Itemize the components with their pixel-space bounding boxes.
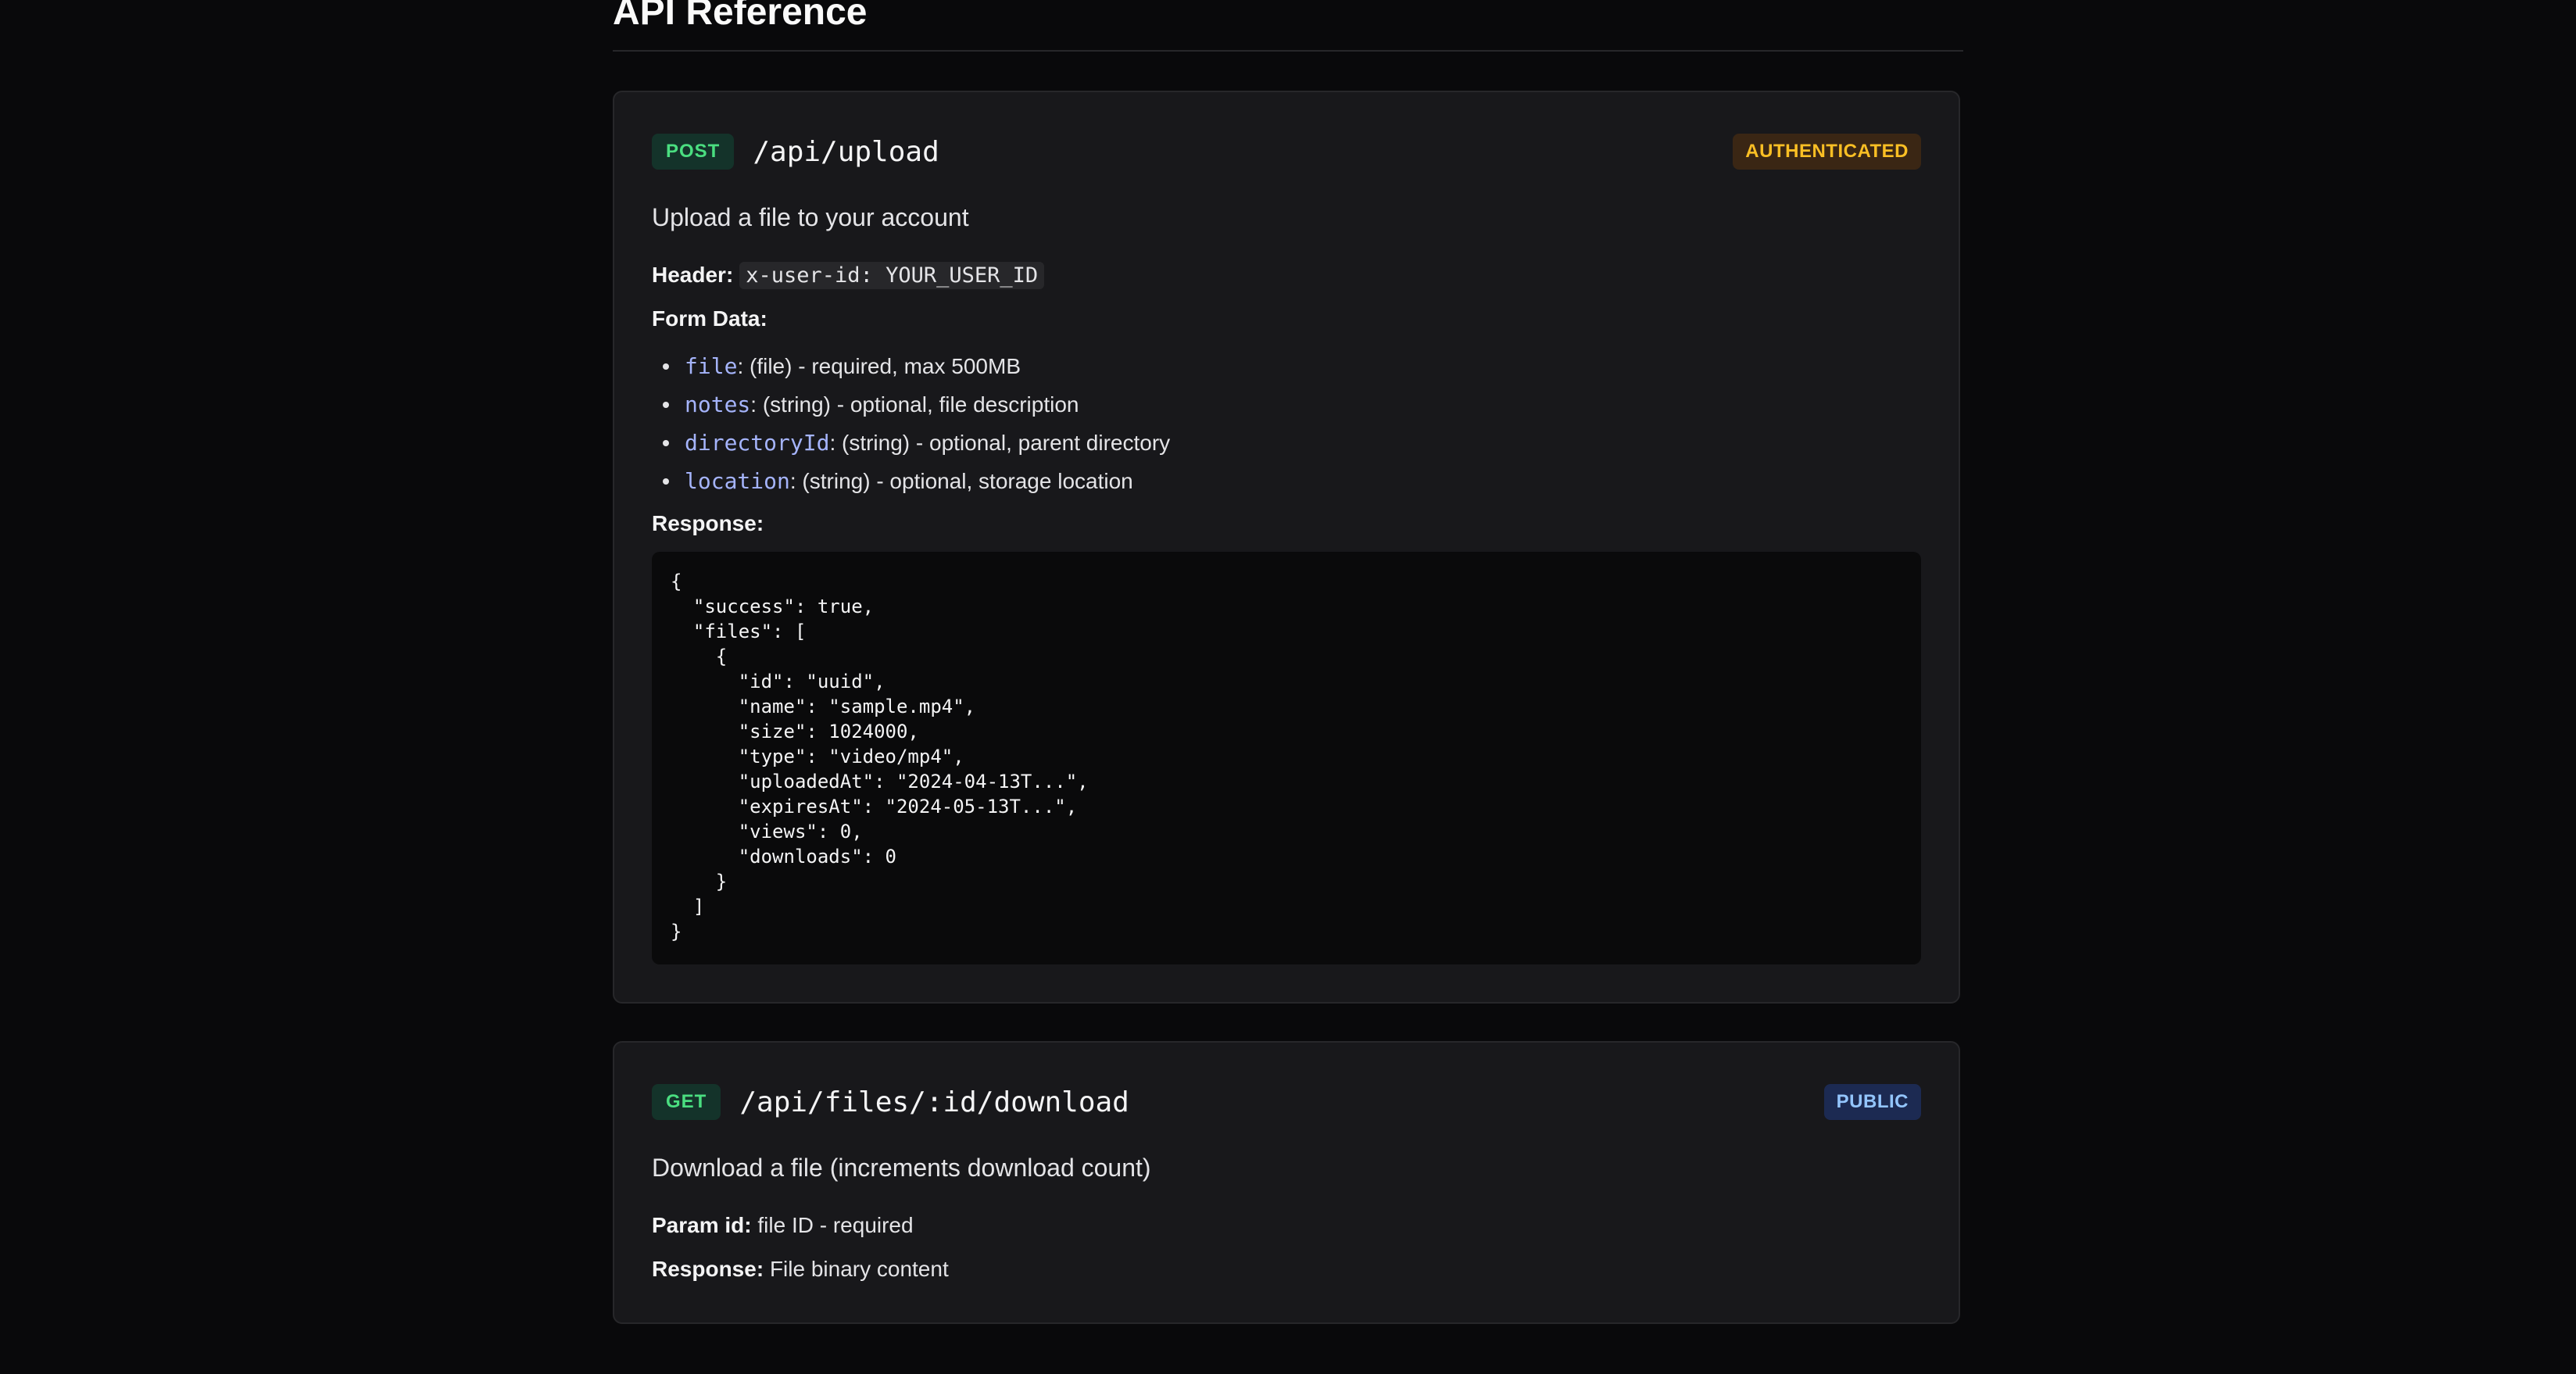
endpoint-card-upload: POST /api/upload AUTHENTICATED Upload a … [613,91,1960,1004]
response-code-block: { "success": true, "files": [ { "id": "u… [652,552,1921,964]
endpoint-card-download: GET /api/files/:id/download PUBLIC Downl… [613,1041,1960,1324]
page: API Reference POST /api/upload AUTHENTIC… [0,0,2576,1374]
response-label: Response: [652,1257,764,1281]
title-divider [613,50,1963,52]
access-badge-authenticated: AUTHENTICATED [1733,134,1921,170]
main-content: API Reference POST /api/upload AUTHENTIC… [613,0,1963,1324]
param-value: file ID - required [757,1213,914,1237]
endpoint-path: /api/files/:id/download [739,1086,1129,1118]
field-name: location [685,468,790,494]
field-name: directoryId [685,430,830,456]
header-label: Header: [652,263,734,287]
response-row: Response: File binary content [652,1257,949,1282]
param-label: Param id: [652,1213,752,1237]
field-description: : (string) - optional, parent directory [829,431,1171,455]
header-row: Header: x-user-id: YOUR_USER_ID [652,262,1045,289]
form-data-row: Form Data: [652,306,767,331]
response-value: File binary content [769,1257,949,1281]
form-data-label: Form Data: [652,306,767,331]
list-item: file: (file) - required, max 500MB [662,347,1170,385]
page-title: API Reference [613,0,868,33]
field-name: file [685,353,738,379]
field-name: notes [685,392,751,417]
endpoint-description: Download a file (increments download cou… [652,1154,1151,1182]
field-description: : (file) - required, max 500MB [737,354,1021,378]
endpoint-description: Upload a file to your account [652,203,969,231]
list-item: location: (string) - optional, storage l… [662,462,1170,500]
endpoint-header: GET /api/files/:id/download PUBLIC [652,1083,1921,1121]
access-badge-public: PUBLIC [1823,1084,1921,1120]
endpoint-header: POST /api/upload AUTHENTICATED [652,133,1921,170]
response-row: Response: [652,511,764,536]
list-item: notes: (string) - optional, file descrip… [662,385,1170,424]
method-badge: POST [652,134,735,170]
form-field-list: file: (file) - required, max 500MB notes… [652,347,1170,500]
field-description: : (string) - optional, storage location [789,469,1133,493]
list-item: directoryId: (string) - optional, parent… [662,424,1171,462]
endpoint-path: /api/upload [753,135,939,168]
field-description: : (string) - optional, file description [750,392,1079,417]
response-label: Response: [652,511,764,535]
method-badge: GET [652,1084,721,1120]
header-value: x-user-id: YOUR_USER_ID [739,262,1045,289]
param-row: Param id: file ID - required [652,1213,914,1238]
